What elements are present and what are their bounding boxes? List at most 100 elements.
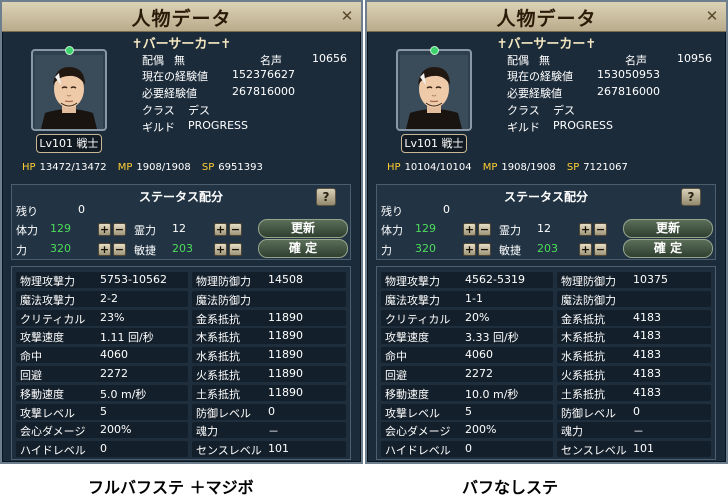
spirit-minus-button[interactable]: − xyxy=(229,223,242,236)
stat-label: 回避 xyxy=(20,369,42,382)
stat-label: 魔法防御力 xyxy=(561,293,616,307)
stat-value: 200% xyxy=(465,423,497,437)
stats-row: ハイドレベル 0 センスレベル 101 xyxy=(381,440,711,458)
stat-value: 0 xyxy=(268,404,275,418)
stats-row: 物理攻撃力 5753-10562 物理防御力 14508 xyxy=(16,271,346,289)
stat-label: 会心ダメージ xyxy=(20,425,86,439)
mp-value: 1908/1908 xyxy=(136,162,191,173)
class-value: デス xyxy=(553,104,575,117)
stat-label: 魂力 xyxy=(196,425,218,439)
stat-value: － xyxy=(268,425,279,439)
update-button[interactable]: 更新 xyxy=(623,219,713,238)
stats-row: 攻撃速度 1.11 回/秒 木系抵抗 11890 xyxy=(16,327,346,345)
agility-minus-button[interactable]: − xyxy=(594,243,607,256)
stat-label: 魔法防御力 xyxy=(196,293,251,307)
close-icon[interactable]: ✕ xyxy=(339,8,355,24)
remaining-points-label: 残り xyxy=(16,205,38,218)
vitality-label: 体力 xyxy=(16,224,38,237)
stat-label: 物理防御力 xyxy=(196,275,251,288)
hp-label: HP xyxy=(387,162,401,173)
vitality-minus-button[interactable]: − xyxy=(478,223,491,236)
vitality-label: 体力 xyxy=(381,224,403,237)
stats-row: 魔法攻撃力 1-1 魔法防御力 xyxy=(381,290,711,308)
stat-value: 11890 xyxy=(268,310,303,324)
vitality-plus-button[interactable]: + xyxy=(463,223,476,236)
level-class-label: Lv101 戦士 xyxy=(36,134,102,153)
stat-value: 5 xyxy=(465,404,472,418)
spirit-plus-button[interactable]: + xyxy=(579,223,592,236)
agility-plus-button[interactable]: + xyxy=(214,243,227,256)
guild-value: PROGRESS xyxy=(553,119,614,132)
stat-label: 魔法攻撃力 xyxy=(385,293,440,307)
spirit-plus-button[interactable]: + xyxy=(214,223,227,236)
stat-value: 1.11 回/秒 xyxy=(100,331,154,345)
stat-label: ハイドレベル xyxy=(20,444,86,458)
agility-plus-button[interactable]: + xyxy=(579,243,592,256)
mp-value: 1908/1908 xyxy=(501,162,556,173)
stat-value: 23% xyxy=(100,310,125,324)
required-exp-label: 必要経験値 xyxy=(142,87,197,100)
required-exp-value: 267816000 xyxy=(232,85,295,98)
agility-minus-button[interactable]: − xyxy=(229,243,242,256)
stat-label: 木系抵抗 xyxy=(561,331,605,345)
stat-label: 金系抵抗 xyxy=(561,312,605,326)
strength-plus-button[interactable]: + xyxy=(463,243,476,256)
remaining-points-value: 0 xyxy=(78,203,85,216)
stats-row: ハイドレベル 0 センスレベル 101 xyxy=(16,440,346,458)
fame-label: 名声 xyxy=(625,54,647,67)
character-data-window-unbuffed: 人物データ ✕ ✝バーサーカー✝ Lv101 戦士 配偶 無 名声 10956 … xyxy=(365,0,728,464)
fame-label: 名声 xyxy=(260,54,282,67)
stat-value: 4183 xyxy=(633,348,661,362)
spirit-value: 12 xyxy=(172,222,186,235)
confirm-button[interactable]: 確 定 xyxy=(258,239,348,258)
stat-value: 4183 xyxy=(633,367,661,380)
stat-value: 2272 xyxy=(465,367,493,380)
stat-label: 物理攻撃力 xyxy=(385,275,440,288)
current-exp-value: 152376627 xyxy=(232,68,295,81)
stat-label: 命中 xyxy=(385,350,407,364)
spouse-value: 無 xyxy=(539,54,550,67)
current-exp-label: 現在の経験値 xyxy=(142,70,208,83)
hp-value: 13472/13472 xyxy=(39,162,107,173)
hp-label: HP xyxy=(22,162,36,173)
title-bar: 人物データ ✕ xyxy=(2,2,361,32)
stat-value: 11890 xyxy=(268,329,303,343)
stat-label: 物理防御力 xyxy=(561,275,616,288)
spirit-label: 霊力 xyxy=(134,224,156,237)
stat-value: 0 xyxy=(633,404,640,418)
sp-label: SP xyxy=(566,162,580,173)
fame-value: 10656 xyxy=(312,52,347,65)
confirm-button[interactable]: 確 定 xyxy=(623,239,713,258)
vitality-plus-button[interactable]: + xyxy=(98,223,111,236)
vitality-minus-button[interactable]: − xyxy=(113,223,126,236)
spirit-value: 12 xyxy=(537,222,551,235)
required-exp-label: 必要経験値 xyxy=(507,87,562,100)
mp-label: MP xyxy=(482,162,498,173)
strength-label: 力 xyxy=(16,244,27,257)
stats-row: 回避 2272 火系抵抗 4183 xyxy=(381,365,711,383)
strength-minus-button[interactable]: − xyxy=(478,243,491,256)
stat-label: 会心ダメージ xyxy=(385,425,451,439)
spirit-minus-button[interactable]: − xyxy=(594,223,607,236)
update-button[interactable]: 更新 xyxy=(258,219,348,238)
stat-label: 木系抵抗 xyxy=(196,331,240,345)
character-portrait xyxy=(400,55,468,129)
close-icon[interactable]: ✕ xyxy=(704,8,720,24)
stat-label: 水系抵抗 xyxy=(196,350,240,364)
stat-value: 10375 xyxy=(633,273,668,286)
stat-label: 攻撃速度 xyxy=(20,331,64,345)
help-icon[interactable]: ? xyxy=(316,188,336,206)
stats-row: クリティカル 23% 金系抵抗 11890 xyxy=(16,309,346,327)
stats-row: 移動速度 5.0 m/秒 土系抵抗 11890 xyxy=(16,384,346,402)
spouse-label: 配偶 xyxy=(507,54,529,67)
stats-row: 攻撃速度 3.33 回/秒 木系抵抗 4183 xyxy=(381,327,711,345)
strength-plus-button[interactable]: + xyxy=(98,243,111,256)
stat-label: クリティカル xyxy=(20,312,86,326)
help-icon[interactable]: ? xyxy=(681,188,701,206)
stat-value: 4060 xyxy=(465,348,493,362)
stat-label: 火系抵抗 xyxy=(561,369,605,382)
strength-minus-button[interactable]: − xyxy=(113,243,126,256)
stats-row: クリティカル 20% 金系抵抗 4183 xyxy=(381,309,711,327)
strength-value: 320 xyxy=(50,242,71,255)
stat-label: 土系抵抗 xyxy=(561,387,605,401)
